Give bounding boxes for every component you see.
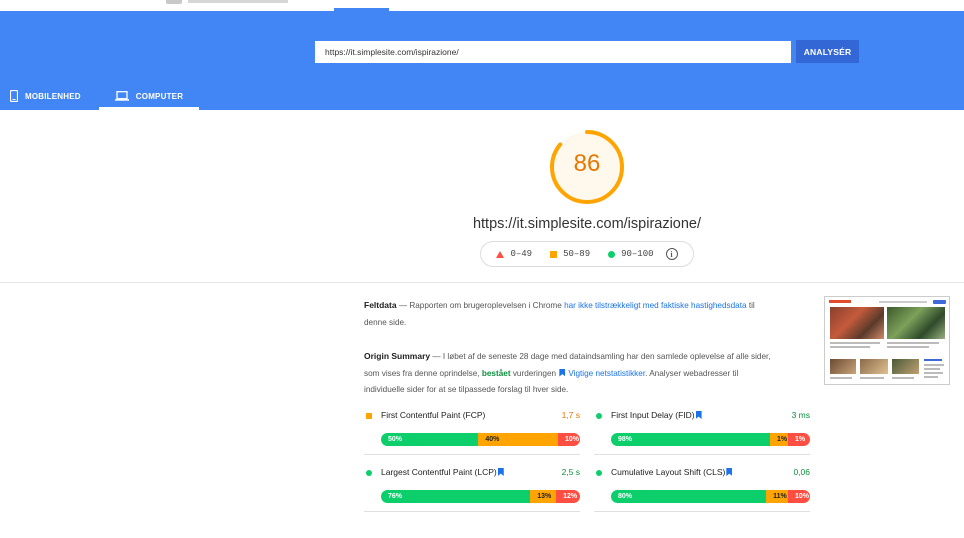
legend-pass: 90–100 [608, 249, 654, 259]
pass-word: bestået [481, 368, 511, 378]
square-icon [550, 250, 558, 258]
legend-average: 50–89 [550, 249, 590, 259]
distribution-bar: 76% 13% 12% [381, 490, 580, 503]
distribution-bar: 50% 40% 10% [381, 433, 580, 446]
bookmark-icon [559, 368, 566, 377]
legend-fail: 0–49 [496, 249, 532, 259]
metric-value: 3 ms [791, 410, 810, 420]
triangle-icon [496, 250, 505, 258]
url-input[interactable] [315, 41, 791, 63]
bar-fast: 98% [611, 433, 770, 446]
header-bar: ANALYSÉR MOBILENHED COMPUTER [0, 11, 964, 110]
origin-summary-section: Origin Summary — I løbet af de seneste 2… [364, 348, 774, 399]
metric-name: Cumulative Layout Shift (CLS) [611, 467, 735, 477]
bar-average: 11% [766, 490, 788, 503]
info-icon[interactable]: i [665, 248, 678, 260]
field-data-link[interactable]: har ikke tilstrækkeligt med faktiske has… [564, 301, 746, 310]
bar-average: 40% [478, 433, 558, 446]
field-data-section: Feltdata — Rapporten om brugeroplevelsen… [364, 297, 774, 331]
metric-name-text: Largest Contentful Paint (LCP) [381, 467, 497, 477]
page-screenshot-thumbnail [824, 296, 950, 385]
tab-mobile[interactable]: MOBILENHED [10, 83, 81, 109]
metric-name: First Contentful Paint (FCP) [381, 410, 486, 420]
square-icon [366, 413, 372, 419]
field-data-text: — Rapporten om brugeroplevelsen i Chrome [396, 301, 565, 310]
legend-fail-label: 0–49 [510, 249, 533, 259]
metric-fcp: First Contentful Paint (FCP) 1,7 s 50% 4… [364, 407, 580, 455]
bookmark-icon [497, 468, 504, 476]
legend-average-label: 50–89 [563, 249, 591, 259]
metric-value: 0,06 [793, 467, 810, 477]
distribution-bar: 98% 1% 1% [611, 433, 810, 446]
circle-icon [596, 413, 602, 419]
core-web-vitals-link[interactable]: Vigtige netstatistikker [568, 369, 645, 378]
bar-slow: 10% [787, 490, 810, 503]
legend-pass-label: 90–100 [621, 249, 654, 259]
bar-fast: 80% [611, 490, 767, 503]
bookmark-icon [695, 411, 702, 419]
metric-name-text: Cumulative Layout Shift (CLS) [611, 467, 726, 477]
bar-slow: 12% [556, 490, 580, 503]
origin-summary-title: Origin Summary [364, 351, 431, 361]
laptop-icon [114, 91, 129, 101]
metric-lcp: Largest Contentful Paint (LCP) 2,5 s 76%… [364, 464, 580, 512]
bar-fast: 76% [381, 490, 531, 503]
metric-value: 2,5 s [561, 467, 580, 477]
divider [0, 282, 964, 283]
bookmark-icon [726, 468, 733, 476]
metric-name: Largest Contentful Paint (LCP) [381, 467, 507, 477]
tab-title [188, 0, 288, 3]
bar-average: 13% [530, 490, 557, 503]
analyze-button[interactable]: ANALYSÉR [796, 40, 859, 63]
metric-cls: Cumulative Layout Shift (CLS) 0,06 80% 1… [594, 464, 810, 512]
bar-average: 1% [770, 433, 788, 446]
tab-desktop-label: COMPUTER [135, 91, 184, 101]
tab-favicon-icon [166, 0, 182, 4]
smartphone-icon [10, 90, 18, 102]
tab-desktop[interactable]: COMPUTER [99, 83, 199, 110]
analyzed-url: https://it.simplesite.com/ispirazione/ [472, 216, 702, 232]
tab-mobile-label: MOBILENHED [25, 91, 81, 101]
origin-summary-text-2: vurderingen [510, 368, 559, 378]
score-legend: 0–49 50–89 90–100 i [480, 241, 694, 267]
circle-icon [366, 470, 372, 476]
performance-score: 86 [573, 150, 601, 177]
bar-slow: 10% [557, 433, 580, 446]
metric-name: First Input Delay (FID) [611, 410, 705, 420]
metric-value: 1,7 s [561, 410, 580, 420]
bar-slow: 1% [788, 433, 810, 446]
circle-icon [608, 250, 616, 258]
metric-name-text: First Input Delay (FID) [611, 410, 695, 420]
circle-icon [596, 470, 602, 476]
distribution-bar: 80% 11% 10% [611, 490, 810, 503]
bar-fast: 50% [381, 433, 479, 446]
browser-tab-strip [0, 0, 964, 11]
field-data-title: Feltdata [364, 300, 397, 310]
metric-fid: First Input Delay (FID) 3 ms 98% 1% 1% [594, 407, 810, 455]
